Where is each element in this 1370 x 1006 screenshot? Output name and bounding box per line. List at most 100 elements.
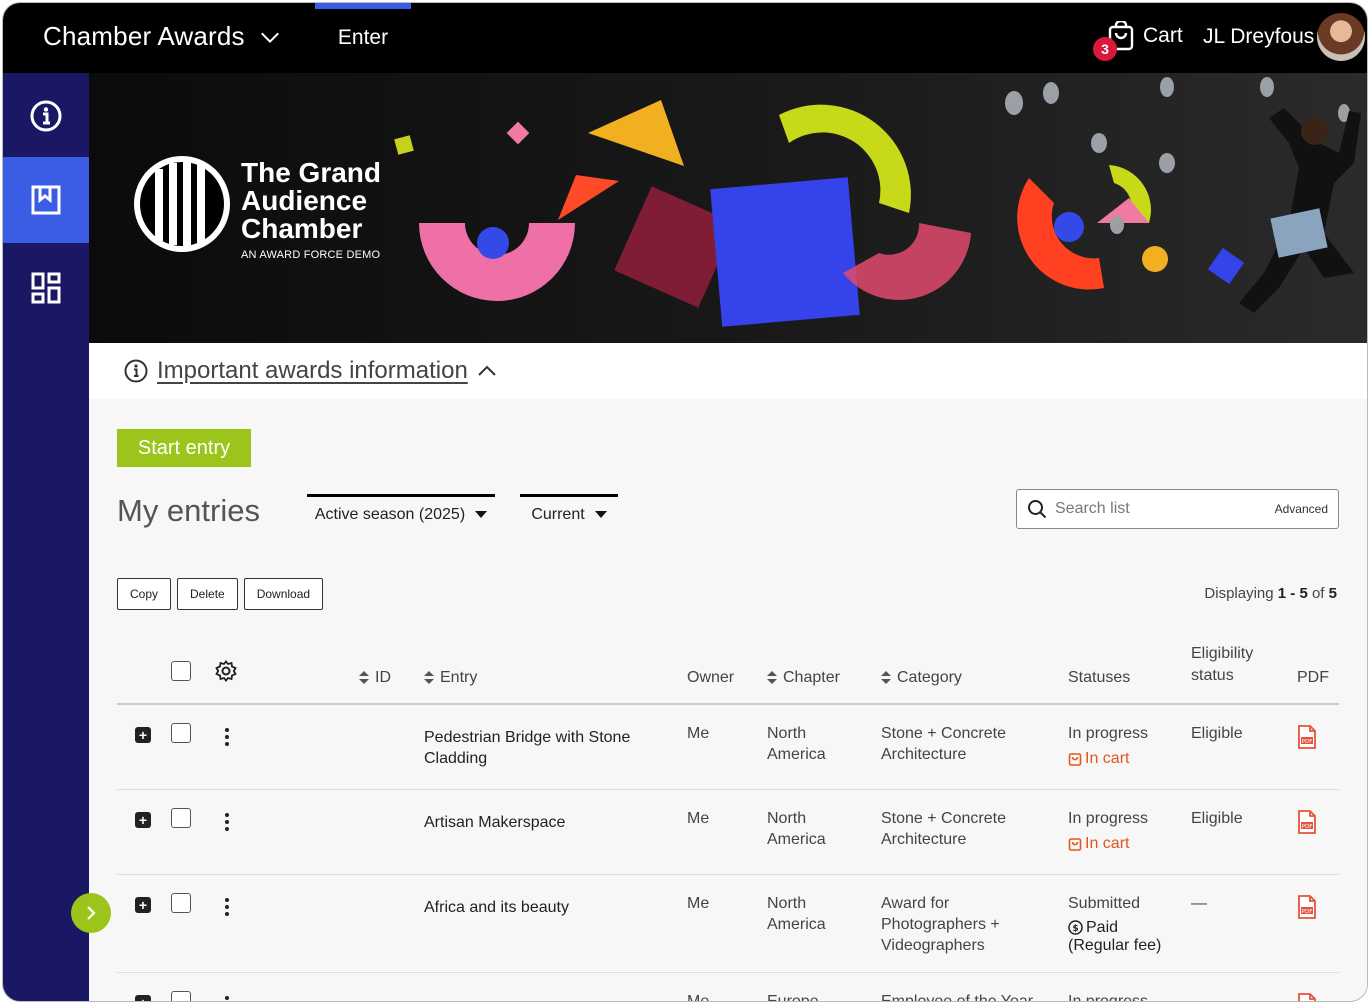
season-filter-dropdown[interactable]: Active season (2025) [307, 494, 495, 532]
shopping-bag-icon: 3 [1093, 19, 1135, 61]
column-header-entry[interactable]: Entry [424, 669, 477, 687]
column-header-id[interactable]: ID [359, 669, 391, 687]
select-all-checkbox[interactable] [171, 661, 191, 681]
column-label: ID [375, 669, 391, 686]
owner-cell: Me [687, 993, 710, 1002]
status-filter-dropdown[interactable]: Current [520, 494, 618, 532]
chevron-right-icon [87, 906, 96, 920]
pagination-summary: Displaying 1 - 5 of 5 [1204, 585, 1337, 602]
sidebar-item-info[interactable] [3, 73, 89, 159]
chamber-logo-icon [134, 156, 230, 252]
chapter-cell: North America [767, 810, 826, 848]
column-header-chapter[interactable]: Chapter [767, 669, 840, 687]
status-cell: In progress [1068, 993, 1149, 1002]
row-actions-menu-icon[interactable] [224, 813, 230, 831]
caret-down-icon [475, 511, 488, 518]
delete-button[interactable]: Delete [177, 578, 238, 610]
displaying-of: of [1311, 585, 1325, 602]
banner-logo-text: The Grand Audience Chamber [241, 159, 381, 243]
owner-cell: Me [687, 810, 710, 827]
download-button[interactable]: Download [243, 578, 324, 610]
pdf-icon[interactable]: PDF [1297, 810, 1317, 840]
expand-row-button[interactable]: + [135, 812, 151, 828]
column-label: status [1191, 667, 1234, 684]
cart-link[interactable]: 3 Cart [1093, 19, 1183, 61]
avatar[interactable] [1317, 13, 1365, 61]
column-label: Owner [687, 669, 735, 686]
logo-line-3: Chamber [241, 213, 363, 244]
pdf-icon[interactable]: PDF [1297, 895, 1317, 925]
row-actions-menu-icon[interactable] [224, 996, 230, 1001]
entry-link[interactable]: Pedestrian Bridge with Stone Cladding [424, 727, 630, 769]
advanced-search-link[interactable]: Advanced [1275, 502, 1328, 516]
shopping-bag-icon [1068, 838, 1082, 851]
column-header-eligibility: Eligibility status [1191, 643, 1253, 687]
info-icon [30, 100, 62, 132]
dollar-circle-icon: $ [1068, 920, 1083, 935]
important-info-link: Important awards information [157, 357, 468, 384]
category-cell: Stone + Concrete Architecture [881, 810, 1006, 848]
entry-link[interactable]: Artisan Makerspace [424, 812, 565, 833]
shopping-bag-icon [1068, 753, 1082, 766]
sidebar-item-entries[interactable] [3, 157, 89, 243]
svg-text:PDF: PDF [1302, 909, 1313, 915]
column-header-pdf: PDF [1297, 669, 1329, 687]
entries-table: ID Entry Owner Chapter Category Statuses… [117, 639, 1339, 1002]
entry-link[interactable]: Africa and its beauty [424, 897, 569, 918]
user-menu[interactable]: JL Dreyfous [1203, 25, 1314, 49]
eligibility-cell: Eligible [1191, 725, 1243, 742]
sort-icon [881, 671, 891, 685]
cart-count-badge: 3 [1093, 37, 1117, 61]
pdf-icon[interactable]: PDF [1297, 725, 1317, 755]
sidebar-item-dashboard[interactable] [3, 245, 89, 331]
program-switcher[interactable]: Chamber Awards [43, 21, 281, 52]
row-actions-menu-icon[interactable] [224, 728, 230, 746]
search-input[interactable] [1055, 500, 1275, 518]
in-cart-link[interactable]: In cart [1068, 748, 1148, 769]
expand-sidebar-button[interactable] [71, 893, 111, 933]
svg-text:PDF: PDF [1302, 824, 1313, 830]
logo-line-1: The Grand [241, 157, 382, 188]
pdf-icon[interactable] [1297, 993, 1317, 1001]
logo-line-2: Audience [241, 185, 368, 216]
owner-cell: Me [687, 895, 710, 912]
row-actions-menu-icon[interactable] [224, 898, 230, 916]
nav-enter-label: Enter [337, 26, 389, 49]
row-checkbox[interactable] [171, 893, 191, 913]
expand-row-button[interactable]: + [135, 727, 151, 743]
start-entry-button[interactable]: Start entry [117, 429, 251, 467]
column-settings-gear-icon[interactable] [215, 660, 237, 687]
table-row: + Me Europe Employee of the Year In prog… [117, 973, 1339, 1002]
nav-enter[interactable]: Enter [315, 3, 411, 73]
table-header: ID Entry Owner Chapter Category Statuses… [117, 639, 1339, 705]
expand-row-button[interactable]: + [135, 897, 151, 913]
search-box: Advanced [1016, 489, 1339, 529]
season-filter-value: Active season (2025) [314, 505, 466, 523]
sort-icon [424, 671, 434, 685]
category-cell: Employee of the Year [881, 993, 1034, 1002]
column-label: Entry [440, 669, 478, 686]
owner-cell: Me [687, 725, 710, 742]
caret-down-icon [594, 511, 607, 518]
svg-text:PDF: PDF [1302, 739, 1313, 745]
column-header-statuses: Statuses [1068, 669, 1130, 687]
displaying-label: Displaying [1204, 585, 1274, 602]
column-header-category[interactable]: Category [881, 669, 962, 687]
svg-text:$: $ [1072, 924, 1078, 934]
info-icon [124, 359, 148, 383]
expand-row-button[interactable]: + [135, 995, 151, 1001]
copy-button[interactable]: Copy [117, 578, 172, 610]
top-bar: Chamber Awards Enter 3 Cart JL Dreyfous [3, 3, 1367, 73]
column-header-owner: Owner [687, 669, 734, 687]
awards-info-strip: Important awards information [89, 343, 1367, 399]
in-cart-link[interactable]: In cart [1068, 833, 1148, 854]
displaying-total: 5 [1328, 585, 1337, 602]
table-row: + Africa and its beauty Me North America … [117, 875, 1339, 973]
chapter-cell: Europe [767, 993, 819, 1002]
important-info-toggle[interactable]: Important awards information [123, 357, 498, 385]
row-checkbox[interactable] [171, 991, 191, 1001]
row-checkbox[interactable] [171, 723, 191, 743]
table-row: + Artisan Makerspace Me North America Sto… [117, 790, 1339, 875]
row-checkbox[interactable] [171, 808, 191, 828]
table-row: + Pedestrian Bridge with Stone Cladding M… [117, 705, 1339, 790]
